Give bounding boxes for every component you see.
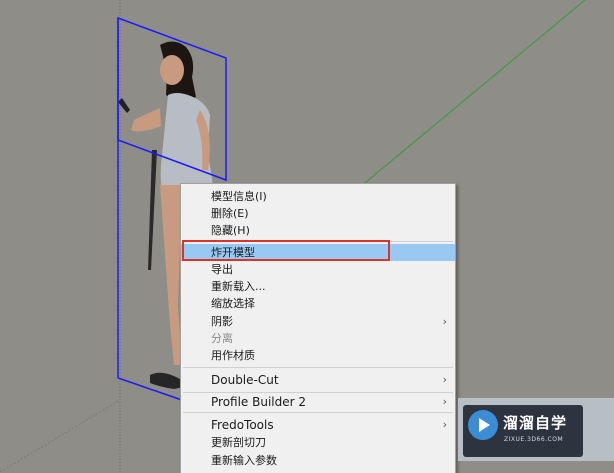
- menu-item-double-cut[interactable]: Double-Cut ›: [181, 370, 455, 390]
- menu-item-label: FredoTools: [211, 418, 274, 432]
- menu-separator: [183, 412, 453, 413]
- menu-item-label: Double-Cut: [211, 373, 279, 387]
- menu-item-reload[interactable]: 重新载入...: [181, 278, 455, 295]
- chevron-right-icon: ›: [442, 418, 447, 431]
- menu-item-label: 更新剖切刀: [211, 436, 266, 449]
- menu-separator: [183, 367, 453, 368]
- context-menu: 模型信息(I) 删除(E) 隐藏(H) 炸开模型 导出 重新载入... 缩放选择…: [180, 183, 456, 473]
- menu-item-reenter-parameters[interactable]: 重新输入参数: [181, 452, 455, 469]
- chevron-right-icon: ›: [442, 373, 447, 386]
- menu-item-export[interactable]: 导出: [181, 261, 455, 278]
- watermark-title: 溜溜自学: [503, 414, 568, 432]
- menu-item-model-info[interactable]: 模型信息(I): [181, 188, 455, 205]
- menu-item-use-as-material[interactable]: 用作材质: [181, 347, 455, 364]
- menu-item-label: 炸开模型: [211, 246, 255, 259]
- menu-item-label: 分离: [211, 332, 233, 345]
- menu-item-label: 模型信息(I): [211, 190, 267, 203]
- menu-separator: [183, 241, 453, 242]
- chevron-right-icon: ›: [442, 315, 447, 328]
- menu-item-label: 删除(E): [211, 207, 249, 220]
- menu-item-label: Profile Builder 2: [211, 395, 307, 409]
- menu-item-detach[interactable]: 分离: [181, 330, 455, 347]
- menu-item-explode-model[interactable]: 炸开模型: [181, 244, 455, 261]
- menu-item-update-section-cutter[interactable]: 更新剖切刀: [181, 434, 455, 451]
- menu-item-label: 导出: [211, 263, 233, 276]
- menu-item-delete[interactable]: 删除(E): [181, 205, 455, 222]
- menu-item-shadows[interactable]: 阴影 ›: [181, 313, 455, 330]
- menu-item-zoom-selection[interactable]: 缩放选择: [181, 295, 455, 312]
- play-icon: [468, 410, 498, 440]
- watermark-subtitle: ZIXUE.3D66.COM: [504, 436, 564, 443]
- menu-item-hide[interactable]: 隐藏(H): [181, 222, 455, 239]
- menu-item-profile-builder[interactable]: Profile Builder 2 ›: [181, 392, 455, 412]
- menu-item-label: 缩放选择: [211, 297, 255, 310]
- menu-item-label: 重新输入参数: [211, 454, 277, 467]
- menu-item-label: 用作材质: [211, 349, 255, 362]
- menu-item-fredotools[interactable]: FredoTools ›: [181, 415, 455, 435]
- menu-item-label: 隐藏(H): [211, 224, 250, 237]
- chevron-right-icon: ›: [442, 395, 447, 408]
- menu-item-label: 阴影: [211, 315, 233, 328]
- green-axis-dashed: [0, 399, 121, 472]
- menu-item-label: 重新载入...: [211, 280, 266, 293]
